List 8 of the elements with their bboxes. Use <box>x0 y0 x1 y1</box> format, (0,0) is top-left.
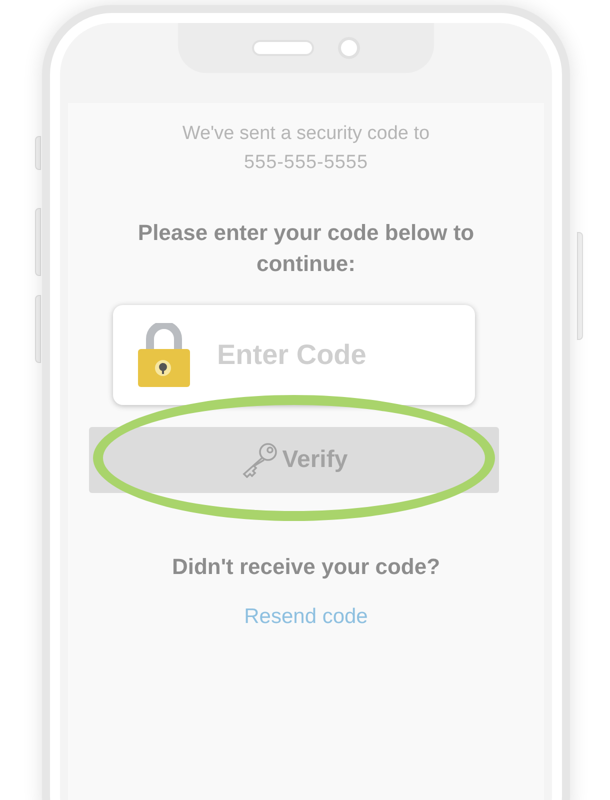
instructions-text: Please enter your code below to continue: <box>136 219 476 278</box>
code-sent-message: We've sent a security code to <box>182 122 430 146</box>
phone-number: 555-555-5555 <box>244 151 368 175</box>
resend-question: Didn't receive your code? <box>172 553 440 581</box>
camera-icon <box>338 37 360 59</box>
padlock-icon <box>137 323 191 387</box>
speaker-icon <box>252 40 314 56</box>
resend-code-link[interactable]: Resend code <box>244 601 368 632</box>
